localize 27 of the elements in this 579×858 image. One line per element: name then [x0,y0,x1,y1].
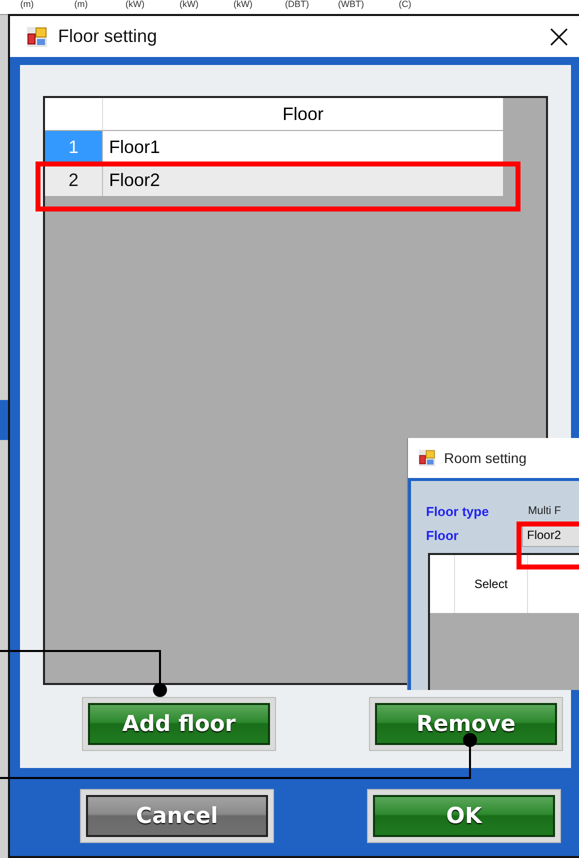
column-unit: (C) [398,0,412,11]
column-unit: (kW) [232,0,254,11]
column-unit: (kW) [178,0,200,11]
field-value: Multi F [528,505,561,517]
column-unit: (WBT) [337,0,365,11]
column-unit: (kW) [124,0,146,11]
field-label: Floor type [426,504,490,518]
app-icon [26,26,48,48]
action-button[interactable]: Remove [375,703,557,745]
app-icon [418,449,436,467]
window-title: Room setting [444,450,526,466]
column-unit: (m) [19,0,35,11]
column-unit: (DBT) [284,0,310,11]
row-header-corner [45,98,103,131]
highlight-frame [516,522,579,570]
field-label: Floor [426,528,460,542]
column-header: Floor [103,98,503,131]
dialog-button[interactable]: OK [373,795,555,837]
table-cell[interactable]: Floor2 [103,164,503,197]
table-cell[interactable]: Floor1 [103,131,503,164]
action-button[interactable]: Add floor [88,703,270,745]
row-number[interactable]: 2 [45,164,103,197]
close-icon[interactable] [549,26,569,46]
window-title: Floor setting [58,26,158,47]
dialog-button[interactable]: Cancel [86,795,268,837]
column-unit: (m) [73,0,89,11]
column-header: Select [455,555,528,613]
